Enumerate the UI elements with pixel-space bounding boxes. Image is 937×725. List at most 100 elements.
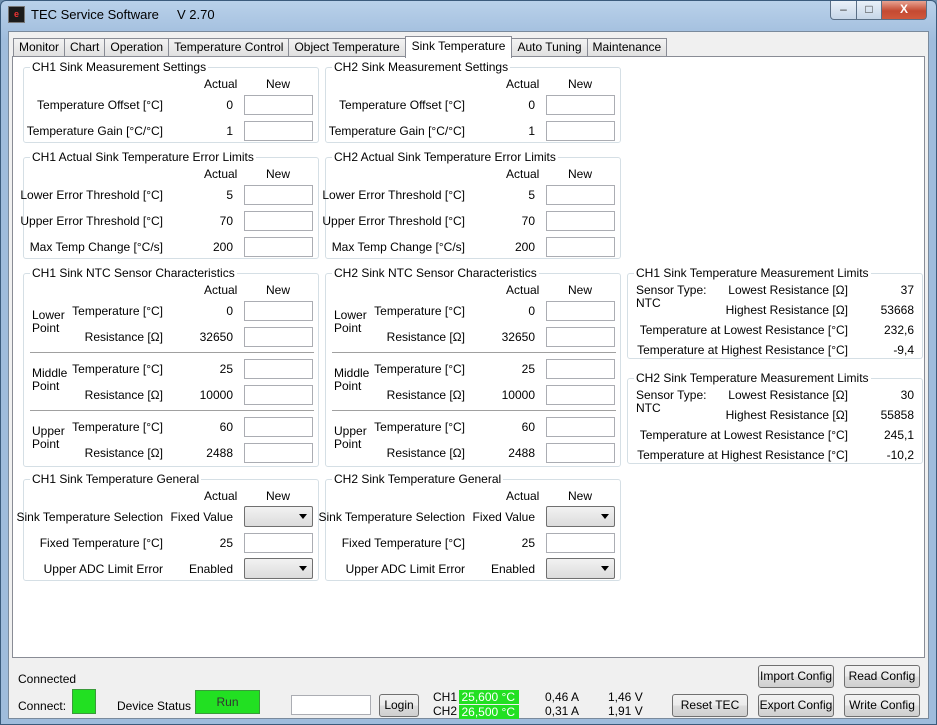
lower-temp-new-input[interactable] bbox=[244, 301, 313, 321]
tab-maintenance[interactable]: Maintenance bbox=[586, 38, 668, 57]
separator bbox=[30, 352, 314, 354]
new-header: New bbox=[568, 167, 593, 181]
login-button[interactable]: Login bbox=[379, 694, 419, 717]
upper-adc-dropdown[interactable] bbox=[244, 558, 313, 579]
middle-res-new-input[interactable] bbox=[244, 385, 313, 405]
lower-point-label-2: Point bbox=[334, 321, 362, 335]
new-header: New bbox=[266, 77, 291, 91]
upper-error-new-input[interactable] bbox=[546, 211, 615, 231]
temp-gain-label: Temperature Gain [°C/°C] bbox=[328, 124, 465, 138]
temp-offset-new-input[interactable] bbox=[546, 95, 615, 115]
lower-error-new-input[interactable] bbox=[244, 185, 313, 205]
tab-monitor[interactable]: Monitor bbox=[13, 38, 65, 57]
middle-temp-new-input[interactable] bbox=[546, 359, 615, 379]
upper-error-new-input[interactable] bbox=[244, 211, 313, 231]
group-title: CH2 Sink Temperature Measurement Limits bbox=[634, 371, 871, 385]
tab-temperature-control[interactable]: Temperature Control bbox=[168, 38, 289, 57]
lower-error-new-input[interactable] bbox=[546, 185, 615, 205]
group-title: CH2 Sink Measurement Settings bbox=[332, 60, 511, 74]
group-title: CH2 Actual Sink Temperature Error Limits bbox=[332, 150, 558, 164]
middle-temp-new-input[interactable] bbox=[244, 359, 313, 379]
device-status-badge: Run bbox=[195, 690, 260, 714]
sink-selection-dropdown[interactable] bbox=[244, 506, 313, 527]
middle-temp-label: Temperature [°C] bbox=[72, 362, 163, 376]
write-config-button[interactable]: Write Config bbox=[844, 694, 920, 717]
middle-res-new-input[interactable] bbox=[546, 385, 615, 405]
upper-res-actual: 2488 bbox=[508, 446, 535, 460]
ch2-general-group: CH2 Sink Temperature General Actual New … bbox=[318, 472, 621, 581]
sink-selection-dropdown[interactable] bbox=[546, 506, 615, 527]
group-title: CH1 Sink Measurement Settings bbox=[30, 60, 209, 74]
sink-selection-actual: Fixed Value bbox=[170, 510, 233, 524]
ch1-current: 0,46 A bbox=[545, 690, 580, 704]
sensor-type-label: Sensor Type: bbox=[636, 388, 707, 402]
temp-highest-label: Temperature at Highest Resistance [°C] bbox=[637, 343, 848, 357]
upper-res-new-input[interactable] bbox=[546, 443, 615, 463]
upper-point-label-2: Point bbox=[334, 437, 362, 451]
upper-error-actual: 70 bbox=[219, 214, 233, 228]
fixed-temp-actual: 25 bbox=[521, 536, 535, 550]
maximize-button[interactable]: □ bbox=[856, 1, 882, 20]
upper-adc-dropdown[interactable] bbox=[546, 558, 615, 579]
connected-text: Connected bbox=[18, 672, 77, 686]
new-header: New bbox=[266, 167, 291, 181]
title-bar[interactable]: e TEC Service Software V 2.70 – □ X bbox=[1, 1, 936, 31]
lower-temp-label: Temperature [°C] bbox=[374, 304, 465, 318]
lowest-res-value: 37 bbox=[900, 283, 914, 297]
device-status-value: Run bbox=[216, 695, 239, 709]
close-button[interactable]: X bbox=[881, 1, 927, 20]
lower-res-new-input[interactable] bbox=[546, 327, 615, 347]
upper-adc-actual: Enabled bbox=[188, 562, 233, 576]
group-title: CH2 Sink NTC Sensor Characteristics bbox=[332, 266, 539, 280]
temp-lowest-label: Temperature at Lowest Resistance [°C] bbox=[639, 323, 848, 337]
temp-offset-actual: 0 bbox=[226, 98, 233, 112]
main-window: e TEC Service Software V 2.70 – □ X Moni… bbox=[0, 0, 937, 725]
client-area: Monitor Chart Operation Temperature Cont… bbox=[8, 31, 929, 719]
upper-temp-actual: 60 bbox=[521, 420, 535, 434]
ch2-voltage: 1,91 V bbox=[608, 704, 643, 718]
sensor-type-label: Sensor Type: bbox=[636, 283, 707, 297]
temp-gain-new-input[interactable] bbox=[546, 121, 615, 141]
tab-sink-temperature[interactable]: Sink Temperature bbox=[404, 36, 513, 58]
temp-gain-new-input[interactable] bbox=[244, 121, 313, 141]
new-header: New bbox=[568, 489, 593, 503]
minimize-button[interactable]: – bbox=[830, 1, 857, 20]
upper-res-label: Resistance [Ω] bbox=[386, 446, 465, 460]
lower-res-new-input[interactable] bbox=[244, 327, 313, 347]
fixed-temp-label: Fixed Temperature [°C] bbox=[341, 536, 465, 550]
sink-selection-label: Sink Temperature Selection bbox=[318, 510, 465, 524]
temp-offset-new-input[interactable] bbox=[244, 95, 313, 115]
max-change-new-input[interactable] bbox=[546, 237, 615, 257]
actual-header: Actual bbox=[506, 283, 540, 297]
tab-operation[interactable]: Operation bbox=[104, 38, 169, 57]
max-change-new-input[interactable] bbox=[244, 237, 313, 257]
tab-chart[interactable]: Chart bbox=[64, 38, 105, 57]
upper-temp-new-input[interactable] bbox=[244, 417, 313, 437]
temp-lowest-label: Temperature at Lowest Resistance [°C] bbox=[639, 428, 848, 442]
fixed-temp-new-input[interactable] bbox=[244, 533, 313, 553]
middle-res-label: Resistance [Ω] bbox=[386, 388, 465, 402]
upper-point-label-2: Point bbox=[32, 437, 60, 451]
fixed-temp-new-input[interactable] bbox=[546, 533, 615, 553]
upper-temp-new-input[interactable] bbox=[546, 417, 615, 437]
read-config-button[interactable]: Read Config bbox=[844, 665, 920, 688]
sink-selection-label: Sink Temperature Selection bbox=[16, 510, 163, 524]
import-config-button[interactable]: Import Config bbox=[758, 665, 834, 688]
new-header: New bbox=[568, 283, 593, 297]
highest-res-value: 53668 bbox=[880, 303, 914, 317]
login-input[interactable] bbox=[291, 695, 371, 715]
lower-error-actual: 5 bbox=[226, 188, 233, 202]
ch2-temperature-display: 26,500 °C bbox=[459, 705, 519, 719]
upper-temp-label: Temperature [°C] bbox=[374, 420, 465, 434]
reset-tec-button[interactable]: Reset TEC bbox=[672, 694, 748, 717]
tab-auto-tuning[interactable]: Auto Tuning bbox=[512, 38, 587, 57]
sink-selection-actual: Fixed Value bbox=[472, 510, 535, 524]
export-config-button[interactable]: Export Config bbox=[758, 694, 834, 717]
lowest-res-label: Lowest Resistance [Ω] bbox=[728, 388, 848, 402]
lowest-res-value: 30 bbox=[900, 388, 914, 402]
tab-object-temperature[interactable]: Object Temperature bbox=[288, 38, 405, 57]
upper-res-new-input[interactable] bbox=[244, 443, 313, 463]
ch2-ntc-group: CH2 Sink NTC Sensor Characteristics Actu… bbox=[325, 266, 621, 467]
temp-highest-value: -9,4 bbox=[893, 343, 914, 357]
lower-temp-new-input[interactable] bbox=[546, 301, 615, 321]
